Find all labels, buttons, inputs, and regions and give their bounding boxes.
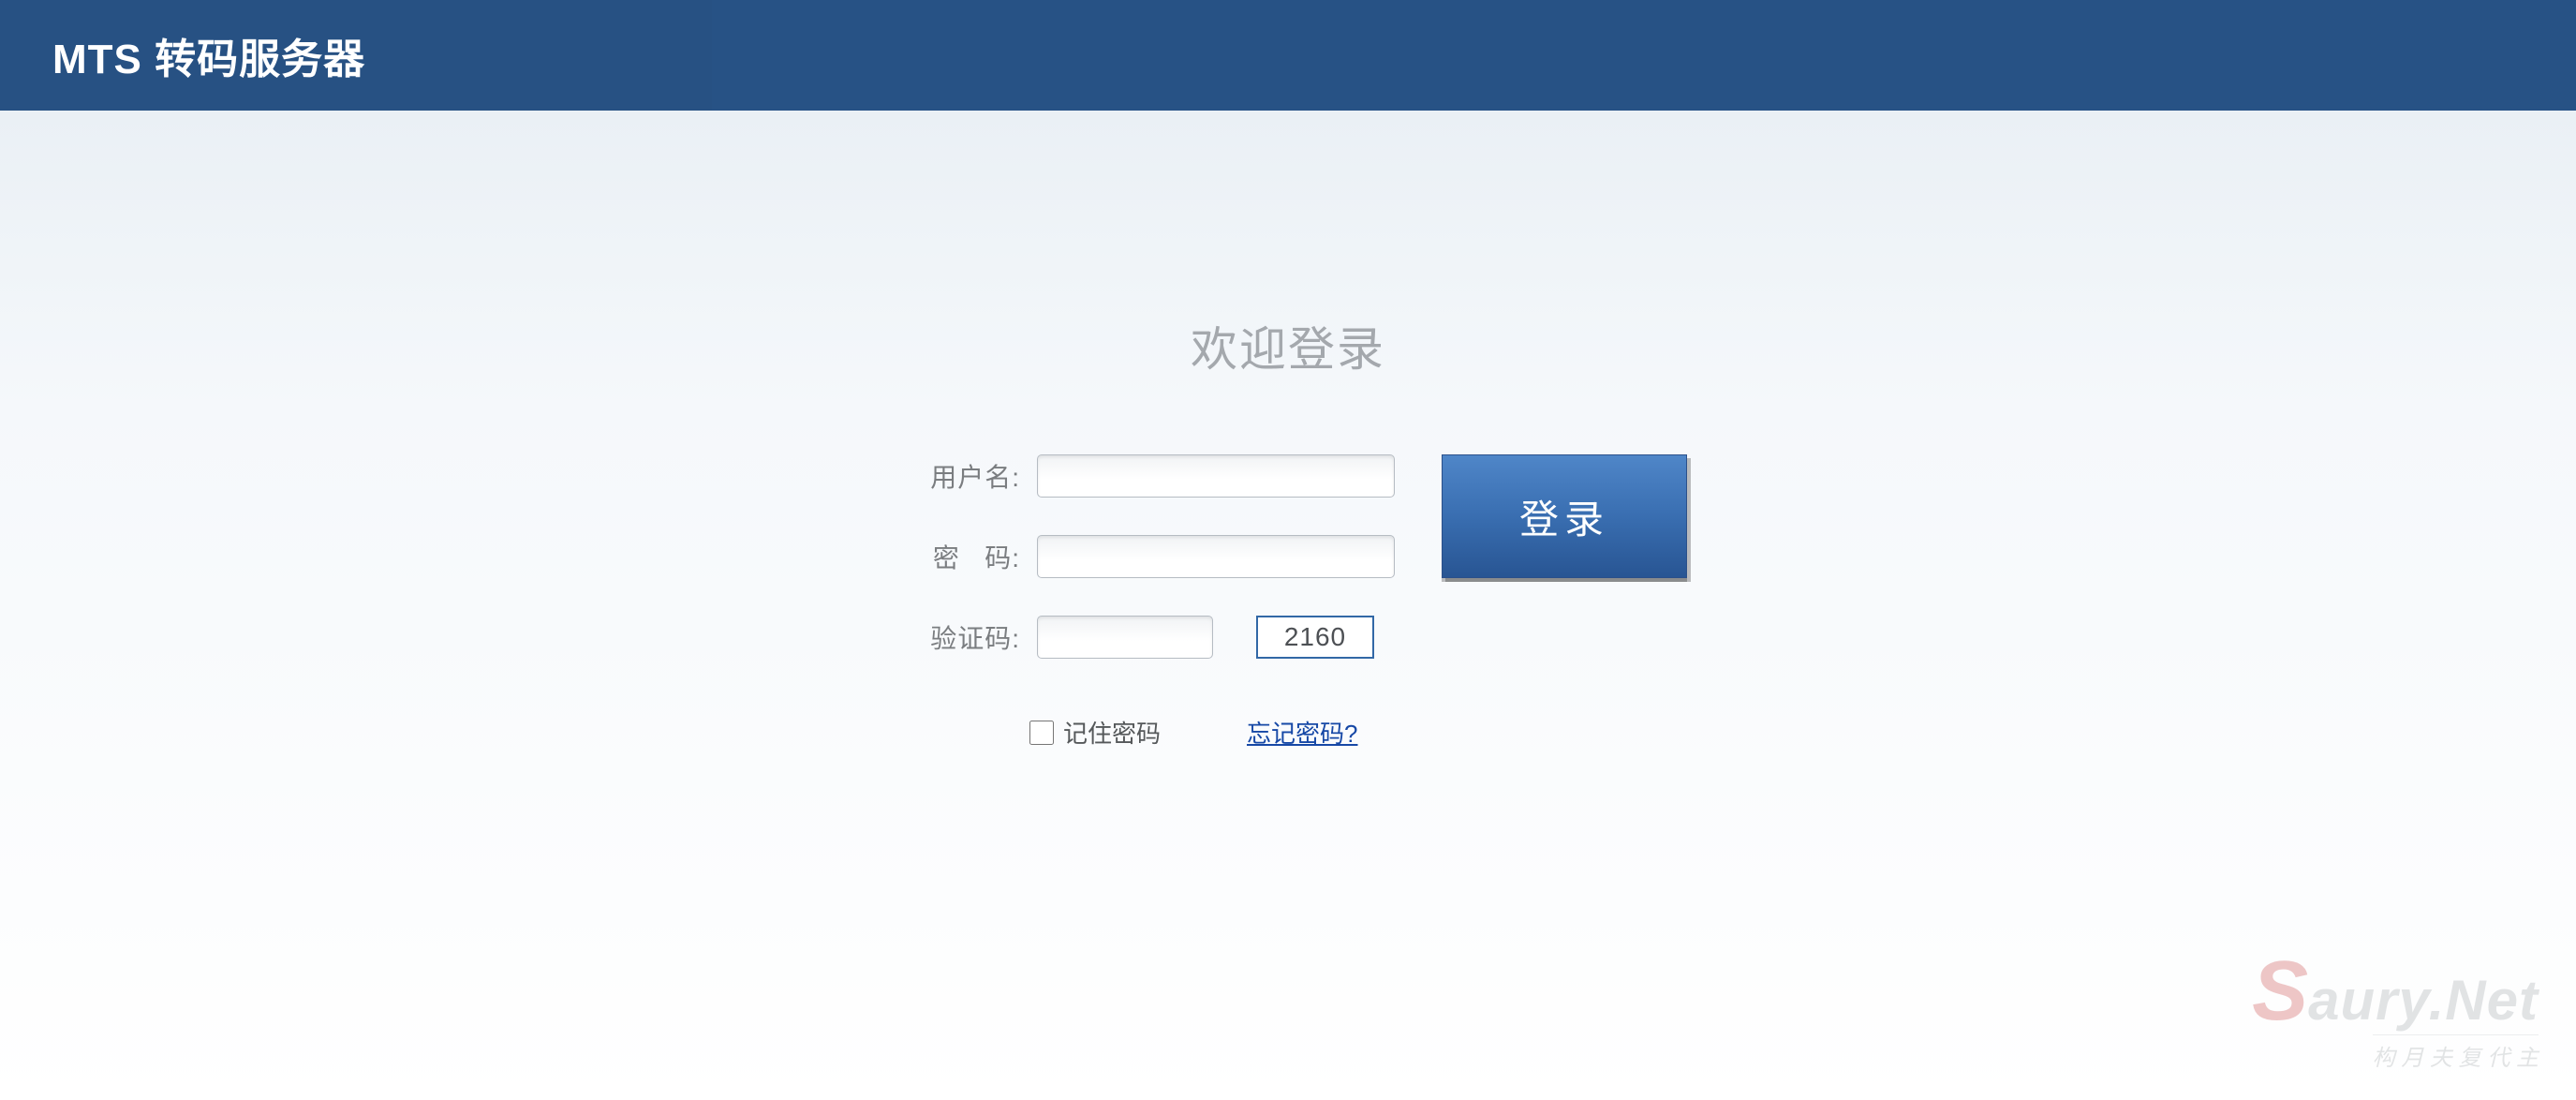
header-bar: MTS 转码服务器: [0, 0, 2576, 111]
watermark-text: aury.Net: [2308, 968, 2539, 1033]
watermark: S aury.Net 构 月 夫 复 代 主: [2252, 958, 2539, 1072]
password-label: 密 码:: [889, 538, 1020, 575]
extras-row: 记住密码 忘记密码?: [1029, 715, 1395, 750]
captcha-row: 验证码: 2160: [889, 616, 1395, 659]
captcha-label: 验证码:: [889, 618, 1020, 656]
username-input[interactable]: [1037, 454, 1395, 498]
username-row: 用户名:: [889, 454, 1395, 498]
username-label: 用户名:: [889, 457, 1020, 495]
password-row: 密 码:: [889, 535, 1395, 578]
captcha-image[interactable]: 2160: [1256, 616, 1374, 659]
password-input[interactable]: [1037, 535, 1395, 578]
app-title: MTS 转码服务器: [52, 25, 365, 85]
login-button[interactable]: 登录: [1442, 454, 1687, 578]
forgot-password-link[interactable]: 忘记密码?: [1247, 715, 1357, 750]
header-left: MTS 转码服务器: [0, 0, 712, 111]
remember-password[interactable]: 记住密码: [1029, 715, 1161, 750]
watermark-initial: S: [2252, 958, 2308, 1025]
content-area: 欢迎登录 用户名: 密 码: 验证码: 2160: [0, 111, 2576, 1100]
login-panel: 欢迎登录 用户名: 密 码: 验证码: 2160: [838, 312, 1738, 750]
captcha-input[interactable]: [1037, 616, 1213, 659]
remember-label: 记住密码: [1063, 715, 1161, 750]
remember-checkbox[interactable]: [1029, 721, 1054, 745]
login-form: 用户名: 密 码: 验证码: 2160: [838, 454, 1738, 750]
login-title: 欢迎登录: [838, 312, 1738, 379]
watermark-sub: 构 月 夫 复 代 主: [2373, 1034, 2539, 1072]
